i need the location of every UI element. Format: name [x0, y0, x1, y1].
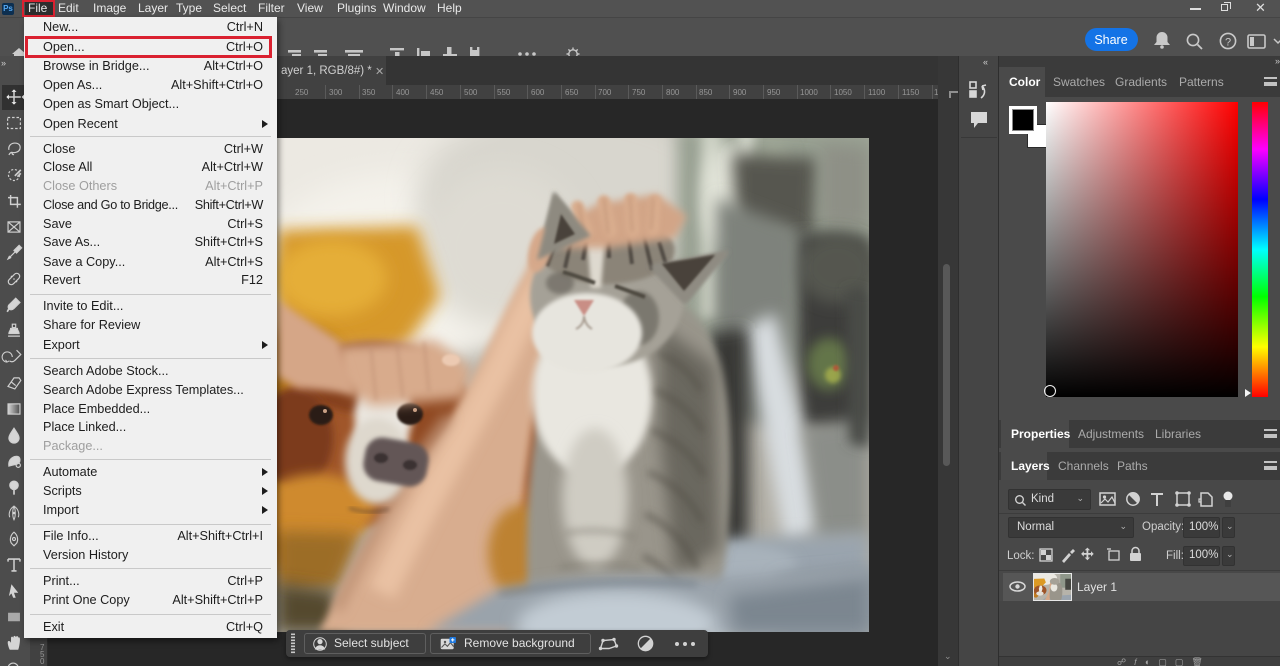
svg-text:Share: Share [1094, 33, 1127, 47]
svg-text:?: ? [1225, 37, 1231, 49]
